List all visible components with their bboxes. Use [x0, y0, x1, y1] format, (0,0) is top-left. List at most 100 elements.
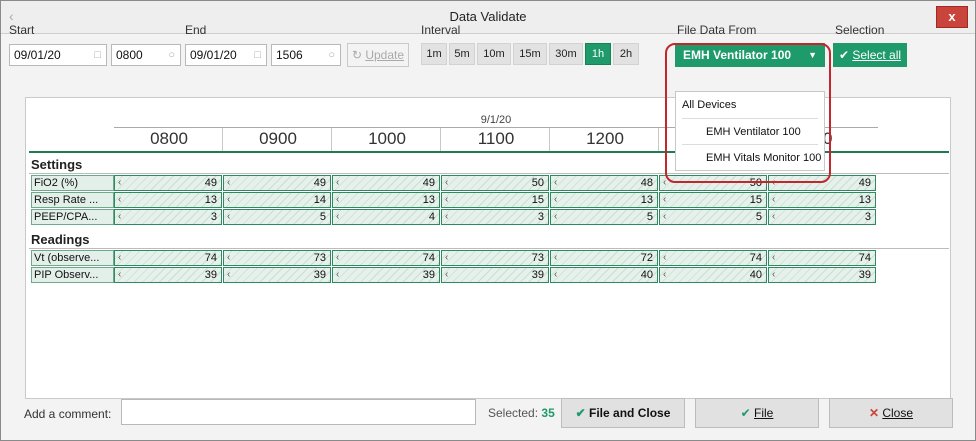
select-toggle-icon[interactable]: ‹: [118, 251, 121, 265]
select-toggle-icon[interactable]: ‹: [663, 268, 666, 282]
select-toggle-icon[interactable]: ‹: [663, 210, 666, 224]
select-toggle-icon[interactable]: ‹: [227, 268, 230, 282]
select-toggle-icon[interactable]: ‹: [772, 176, 775, 190]
value-cell[interactable]: ‹ 13: [114, 192, 222, 208]
select-toggle-icon[interactable]: ‹: [445, 268, 448, 282]
interval-30m[interactable]: 30m: [549, 43, 583, 65]
value-cell[interactable]: ‹ 40: [659, 267, 767, 283]
value-cell[interactable]: ‹ 14: [223, 192, 331, 208]
interval-1m[interactable]: 1m: [421, 43, 447, 65]
select-toggle-icon[interactable]: ‹: [336, 176, 339, 190]
select-toggle-icon[interactable]: ‹: [227, 210, 230, 224]
end-time-field[interactable]: 1506 ○: [271, 44, 341, 66]
select-toggle-icon[interactable]: ‹: [663, 176, 666, 190]
end-date-field[interactable]: 09/01/20 □: [185, 44, 267, 66]
select-toggle-icon[interactable]: ‹: [118, 176, 121, 190]
interval-5m[interactable]: 5m: [449, 43, 475, 65]
value-cell[interactable]: ‹ 5: [659, 209, 767, 225]
select-toggle-icon[interactable]: ‹: [227, 251, 230, 265]
value-cell[interactable]: ‹ 49: [768, 175, 876, 191]
value-cell[interactable]: ‹ 15: [659, 192, 767, 208]
start-time-field[interactable]: 0800 ○: [111, 44, 181, 66]
file-and-close-button[interactable]: ✔ File and Close: [561, 398, 685, 428]
value-cell[interactable]: ‹ 5: [223, 209, 331, 225]
select-toggle-icon[interactable]: ‹: [336, 251, 339, 265]
value-cell[interactable]: ‹ 73: [223, 250, 331, 266]
value-cell[interactable]: ‹ 49: [114, 175, 222, 191]
interval-10m[interactable]: 10m: [477, 43, 511, 65]
value-cell[interactable]: ‹ 3: [441, 209, 549, 225]
value-cell[interactable]: ‹ 74: [768, 250, 876, 266]
select-toggle-icon[interactable]: ‹: [663, 193, 666, 207]
value-cell[interactable]: ‹ 39: [114, 267, 222, 283]
select-toggle-icon[interactable]: ‹: [118, 210, 121, 224]
select-toggle-icon[interactable]: ‹: [772, 210, 775, 224]
value-cell[interactable]: ‹ 48: [550, 175, 658, 191]
value-cell[interactable]: ‹ 13: [332, 192, 440, 208]
select-toggle-icon[interactable]: ‹: [554, 176, 557, 190]
value-cell[interactable]: ‹ 49: [223, 175, 331, 191]
row-label: PEEP/CPA...: [31, 209, 114, 225]
file-data-dropdown[interactable]: EMH Ventilator 100 ▼: [675, 43, 825, 67]
value-cell[interactable]: ‹ 73: [441, 250, 549, 266]
select-toggle-icon[interactable]: ‹: [772, 193, 775, 207]
select-toggle-icon[interactable]: ‹: [554, 210, 557, 224]
cell-value: 39: [531, 269, 544, 281]
interval-1h[interactable]: 1h: [585, 43, 611, 65]
interval-2h[interactable]: 2h: [613, 43, 639, 65]
select-toggle-icon[interactable]: ‹: [118, 268, 121, 282]
menu-item-emh-ventilator[interactable]: EMH Ventilator 100: [676, 121, 854, 143]
select-toggle-icon[interactable]: ‹: [554, 251, 557, 265]
menu-item-emh-vitals-monitor[interactable]: EMH Vitals Monitor 100: [676, 147, 854, 169]
value-cell[interactable]: ‹ 39: [223, 267, 331, 283]
comment-input[interactable]: [121, 399, 476, 425]
select-toggle-icon[interactable]: ‹: [445, 193, 448, 207]
menu-divider: [682, 118, 818, 119]
select-toggle-icon[interactable]: ‹: [118, 193, 121, 207]
value-cell[interactable]: ‹ 40: [550, 267, 658, 283]
select-toggle-icon[interactable]: ‹: [445, 251, 448, 265]
clock-icon[interactable]: ○: [168, 45, 175, 65]
close-button[interactable]: ✕ Close: [829, 398, 953, 428]
value-cell[interactable]: ‹ 13: [768, 192, 876, 208]
value-cell[interactable]: ‹ 50: [441, 175, 549, 191]
select-toggle-icon[interactable]: ‹: [336, 210, 339, 224]
value-cell[interactable]: ‹ 13: [550, 192, 658, 208]
value-cell[interactable]: ‹ 72: [550, 250, 658, 266]
select-toggle-icon[interactable]: ‹: [554, 268, 557, 282]
select-toggle-icon[interactable]: ‹: [772, 268, 775, 282]
value-cell[interactable]: ‹ 74: [332, 250, 440, 266]
select-toggle-icon[interactable]: ‹: [227, 176, 230, 190]
menu-item-all-devices[interactable]: All Devices: [676, 94, 830, 116]
file-button[interactable]: ✔ File: [695, 398, 819, 428]
start-date-field[interactable]: 09/01/20 □: [9, 44, 107, 66]
value-cell[interactable]: ‹ 39: [768, 267, 876, 283]
select-toggle-icon[interactable]: ‹: [445, 176, 448, 190]
interval-15m[interactable]: 15m: [513, 43, 547, 65]
value-cell[interactable]: ‹ 74: [114, 250, 222, 266]
cell-value: 15: [531, 194, 544, 206]
select-toggle-icon[interactable]: ‹: [772, 251, 775, 265]
value-cell[interactable]: ‹ 3: [768, 209, 876, 225]
select-toggle-icon[interactable]: ‹: [336, 193, 339, 207]
clock-icon[interactable]: ○: [328, 45, 335, 65]
close-window-button[interactable]: x: [936, 6, 968, 28]
value-cell[interactable]: ‹ 39: [332, 267, 440, 283]
select-toggle-icon[interactable]: ‹: [663, 251, 666, 265]
value-cell[interactable]: ‹ 39: [441, 267, 549, 283]
value-cell[interactable]: ‹ 4: [332, 209, 440, 225]
select-toggle-icon[interactable]: ‹: [445, 210, 448, 224]
value-cell[interactable]: ‹ 50: [659, 175, 767, 191]
value-cell[interactable]: ‹ 3: [114, 209, 222, 225]
select-toggle-icon[interactable]: ‹: [227, 193, 230, 207]
select-toggle-icon[interactable]: ‹: [336, 268, 339, 282]
update-button[interactable]: ↻ Update: [347, 43, 409, 67]
value-cell[interactable]: ‹ 5: [550, 209, 658, 225]
value-cell[interactable]: ‹ 49: [332, 175, 440, 191]
value-cell[interactable]: ‹ 15: [441, 192, 549, 208]
select-toggle-icon[interactable]: ‹: [554, 193, 557, 207]
value-cell[interactable]: ‹ 74: [659, 250, 767, 266]
calendar-icon[interactable]: □: [254, 45, 261, 65]
select-all-button[interactable]: ✔ Select all: [833, 43, 907, 67]
calendar-icon[interactable]: □: [94, 45, 101, 65]
